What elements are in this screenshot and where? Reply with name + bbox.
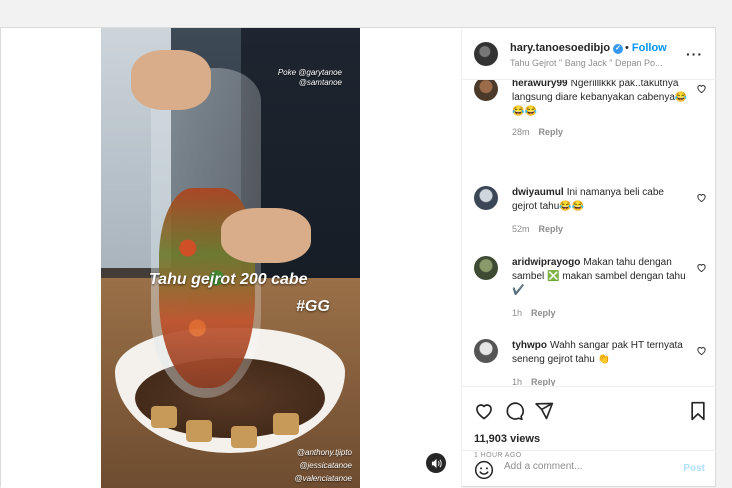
comment-meta: 1h Reply [512,308,556,318]
author-username[interactable]: hary.tanoesoedibjo [510,42,610,54]
post-comment-button[interactable]: Post [683,463,705,474]
sound-icon [431,458,442,468]
video-hand [221,208,311,263]
comment-meta: 52m Reply [512,224,563,234]
separator-dot: • [625,42,629,54]
video-tag: @jessicatanoe [299,461,352,470]
video-tofu [273,413,299,435]
author-avatar[interactable] [474,42,498,66]
video-poke-text: @samtanoe [298,78,342,87]
video-poke-text: Poke @garytanoe [277,68,342,77]
comment-body: tyhwpo Wahh sangar pak HT ternyata seneng… [512,339,690,367]
view-count[interactable]: 11,903 views [474,433,540,445]
emoji-icon[interactable] [474,460,494,480]
comment-meta: 28m Reply [512,127,563,137]
commenter-avatar[interactable] [474,339,498,363]
comment-body: dwiyaumul Ini namanya beli cabe gejrot ta… [512,186,690,214]
sound-toggle-button[interactable] [426,453,446,473]
heart-icon[interactable] [696,192,707,203]
comment-age: 1h [512,377,523,386]
video-player[interactable]: Poke @garytanoe @samtanoe Tahu gejrot 20… [101,28,360,488]
comment-body: aridwiprayogo Makan tahu dengan sambel ❎ … [512,256,690,298]
commenter-avatar[interactable] [474,80,498,101]
video-tag: @anthony.tjipto [296,448,352,457]
share-icon[interactable] [534,401,554,421]
comment-username[interactable]: dwiyaumul [512,187,564,198]
post-sidebar: hary.tanoesoedibjo ✓ • Follow Tahu Gejrot "… [461,28,717,488]
reply-button[interactable]: Reply [531,308,556,318]
post-header: hary.tanoesoedibjo ✓ • Follow Tahu Gejrot "… [462,28,717,80]
comment-username[interactable]: tyhwpo [512,340,547,351]
verified-badge-icon: ✓ [613,44,624,54]
comment-age: 28m [512,127,530,137]
reply-button[interactable]: Reply [531,377,556,386]
video-tofu [186,420,212,442]
commenter-avatar[interactable] [474,186,498,210]
video-hand [131,50,211,110]
comment-input[interactable] [504,461,664,472]
comment-age: 1h [512,308,523,318]
comment-body: herawury99 Ngerilllkkk pak..takutnya lang… [512,80,690,119]
comment-username[interactable]: herawury99 [512,80,568,89]
post-location[interactable]: Tahu Gejrot " Bang Jack " Depan Po... [510,58,680,68]
heart-icon[interactable] [474,401,494,421]
post-media: Poke @garytanoe @samtanoe Tahu gejrot 20… [1,28,461,488]
comment-age: 52m [512,224,530,234]
follow-button[interactable]: Follow [632,42,667,54]
video-tofu [231,426,257,448]
heart-icon[interactable] [696,262,707,273]
more-icon[interactable]: ··· [686,46,703,62]
instagram-post-modal: Poke @garytanoe @samtanoe Tahu gejrot 20… [0,27,717,488]
add-comment-bar: Post [462,450,717,488]
reply-button[interactable]: Reply [539,224,564,234]
video-tag: @valenciatanoe [294,474,353,483]
heart-icon[interactable] [696,83,707,94]
video-caption: Tahu gejrot 200 cabe [149,271,308,288]
commenter-avatar[interactable] [474,256,498,280]
author-line: hary.tanoesoedibjo ✓ • Follow [510,42,667,54]
video-hashtag: #GG [296,298,330,315]
video-tofu [151,406,177,428]
comment-username[interactable]: aridwiprayogo [512,257,580,268]
reply-button[interactable]: Reply [539,127,564,137]
bookmark-icon[interactable] [688,401,708,421]
comment-icon[interactable] [504,401,524,421]
heart-icon[interactable] [696,345,707,356]
comment-meta: 1h Reply [512,377,556,386]
comments-list[interactable]: herawury99 Ngerilllkkk pak..takutnya lang… [462,80,717,386]
